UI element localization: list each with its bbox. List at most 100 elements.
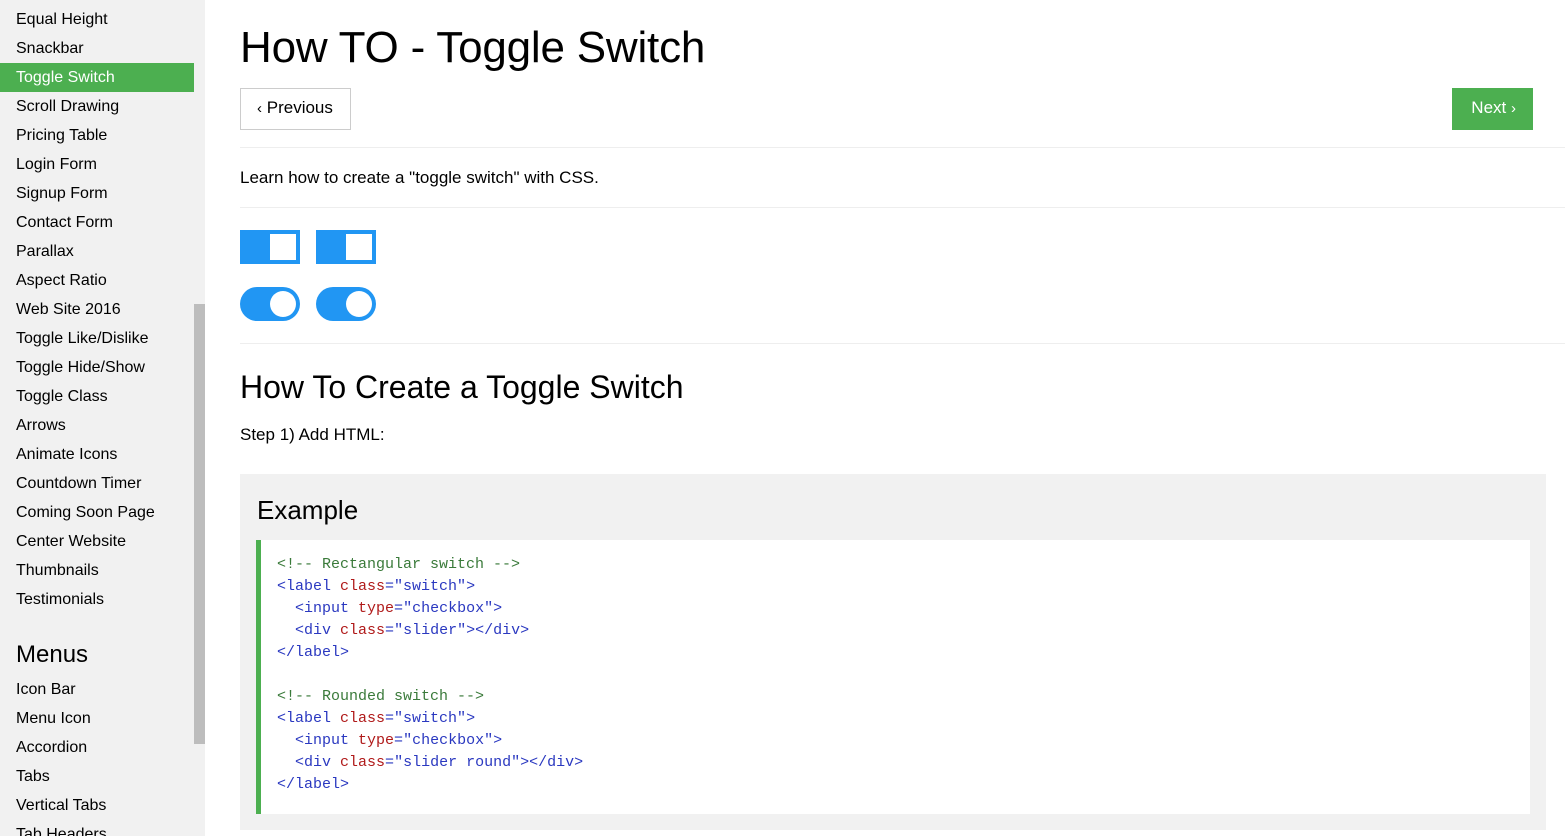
sidebar-item-tab-headers[interactable]: Tab Headers [0, 820, 205, 836]
code-token-tag: > [466, 710, 475, 727]
sidebar-nav-list: Equal HeightSnackbarToggle SwitchScroll … [0, 5, 205, 836]
code-token-tag: ></div> [466, 622, 529, 639]
code-block[interactable]: <!-- Rectangular switch --> <label class… [256, 540, 1530, 814]
code-token-tag: <label [277, 578, 340, 595]
code-token-tag: ></div> [520, 754, 583, 771]
sidebar-item-center-website[interactable]: Center Website [0, 527, 205, 556]
code-token-tag: > [493, 600, 502, 617]
sidebar-item-scroll-drawing[interactable]: Scroll Drawing [0, 92, 205, 121]
sidebar-item-aspect-ratio[interactable]: Aspect Ratio [0, 266, 205, 295]
toggle-demo-area [240, 230, 1533, 321]
code-token-val: "switch" [394, 578, 466, 595]
code-token-val: "slider" [394, 622, 466, 639]
sidebar-item-testimonials[interactable]: Testimonials [0, 585, 205, 614]
code-token-attr: class [340, 710, 385, 727]
sidebar-item-animate-icons[interactable]: Animate Icons [0, 440, 205, 469]
intro-text: Learn how to create a "toggle switch" wi… [240, 166, 1533, 190]
divider-above-demo [240, 207, 1565, 208]
code-token-comment: <!-- Rectangular switch --> [277, 556, 520, 573]
sidebar-item-thumbnails[interactable]: Thumbnails [0, 556, 205, 585]
code-token-tag: <input [295, 732, 358, 749]
rounded-switch-2[interactable] [316, 287, 376, 321]
sidebar-item-vertical-tabs[interactable]: Vertical Tabs [0, 791, 205, 820]
sidebar-item-signup-form[interactable]: Signup Form [0, 179, 205, 208]
code-token-plain [277, 754, 295, 771]
code-token-punct: = [385, 578, 394, 595]
divider-below-demo [240, 343, 1565, 344]
sidebar-scrollbar-track[interactable] [194, 0, 205, 836]
code-token-tag: </label> [277, 644, 349, 661]
rounded-switch-1[interactable] [240, 287, 300, 321]
code-token-tag: </label> [277, 776, 349, 793]
sidebar-item-equal-height[interactable]: Equal Height [0, 5, 205, 34]
divider-top [240, 147, 1565, 148]
previous-button-label: Previous [267, 98, 333, 117]
code-token-plain [277, 622, 295, 639]
pager-controls: ‹ Previous Next › [240, 88, 1533, 136]
code-token-val: "checkbox" [403, 600, 493, 617]
code-token-attr: class [340, 754, 385, 771]
sidebar-scrollbar-thumb[interactable] [194, 304, 205, 744]
code-token-tag: <div [295, 622, 340, 639]
example-box: Example <!-- Rectangular switch --> <lab… [240, 474, 1546, 830]
sidebar-item-toggle-like-dislike[interactable]: Toggle Like/Dislike [0, 324, 205, 353]
code-token-tag: > [493, 732, 502, 749]
code-token-plain [277, 600, 295, 617]
code-token-tag: <div [295, 754, 340, 771]
rectangular-switch-2[interactable] [316, 230, 376, 264]
sidebar-item-accordion[interactable]: Accordion [0, 733, 205, 762]
code-token-punct: = [394, 732, 403, 749]
page-root: Equal HeightSnackbarToggle SwitchScroll … [0, 0, 1565, 836]
sidebar-item-icon-bar[interactable]: Icon Bar [0, 675, 205, 704]
code-token-tag: > [466, 578, 475, 595]
code-token-plain [277, 732, 295, 749]
code-token-tag: <label [277, 710, 340, 727]
sidebar-item-coming-soon-page[interactable]: Coming Soon Page [0, 498, 205, 527]
code-token-val: "slider round" [394, 754, 520, 771]
sidebar-item-pricing-table[interactable]: Pricing Table [0, 121, 205, 150]
sidebar: Equal HeightSnackbarToggle SwitchScroll … [0, 0, 205, 836]
previous-button[interactable]: ‹ Previous [240, 88, 351, 130]
code-token-tag: <input [295, 600, 358, 617]
slider-track [240, 287, 300, 321]
code-token-attr: class [340, 622, 385, 639]
code-token-punct: = [394, 600, 403, 617]
section-title: How To Create a Toggle Switch [240, 368, 1533, 406]
sidebar-item-toggle-hide-show[interactable]: Toggle Hide/Show [0, 353, 205, 382]
sidebar-item-arrows[interactable]: Arrows [0, 411, 205, 440]
example-title: Example [257, 494, 1530, 526]
sidebar-item-web-site-2016[interactable]: Web Site 2016 [0, 295, 205, 324]
next-button[interactable]: Next › [1452, 88, 1533, 130]
sidebar-item-menu-icon[interactable]: Menu Icon [0, 704, 205, 733]
code-token-comment: <!-- Rounded switch --> [277, 688, 484, 705]
rectangular-switch-1[interactable] [240, 230, 300, 264]
code-token-punct: = [385, 710, 394, 727]
next-button-label: Next [1471, 98, 1506, 117]
code-token-val: "switch" [394, 710, 466, 727]
sidebar-item-parallax[interactable]: Parallax [0, 237, 205, 266]
code-token-val: "checkbox" [403, 732, 493, 749]
rectangular-switch-row [240, 230, 1533, 264]
chevron-right-icon: › [1511, 100, 1516, 117]
slider-track [316, 230, 376, 264]
sidebar-item-countdown-timer[interactable]: Countdown Timer [0, 469, 205, 498]
slider-track [316, 287, 376, 321]
sidebar-spacer [0, 614, 205, 628]
step-text: Step 1) Add HTML: [240, 423, 1533, 447]
sidebar-item-toggle-switch[interactable]: Toggle Switch [0, 63, 205, 92]
code-content: <!-- Rectangular switch --> <label class… [277, 554, 1514, 796]
sidebar-heading-menus: Menus [0, 628, 205, 675]
rounded-switch-row [240, 287, 1533, 321]
sidebar-item-snackbar[interactable]: Snackbar [0, 34, 205, 63]
sidebar-item-toggle-class[interactable]: Toggle Class [0, 382, 205, 411]
page-title: How TO - Toggle Switch [240, 22, 1533, 74]
sidebar-item-login-form[interactable]: Login Form [0, 150, 205, 179]
code-token-punct: = [385, 754, 394, 771]
sidebar-item-tabs[interactable]: Tabs [0, 762, 205, 791]
slider-track [240, 230, 300, 264]
code-token-attr: class [340, 578, 385, 595]
main-content: How TO - Toggle Switch ‹ Previous Next ›… [205, 0, 1565, 836]
chevron-left-icon: ‹ [257, 100, 262, 117]
code-token-attr: type [358, 732, 394, 749]
sidebar-item-contact-form[interactable]: Contact Form [0, 208, 205, 237]
